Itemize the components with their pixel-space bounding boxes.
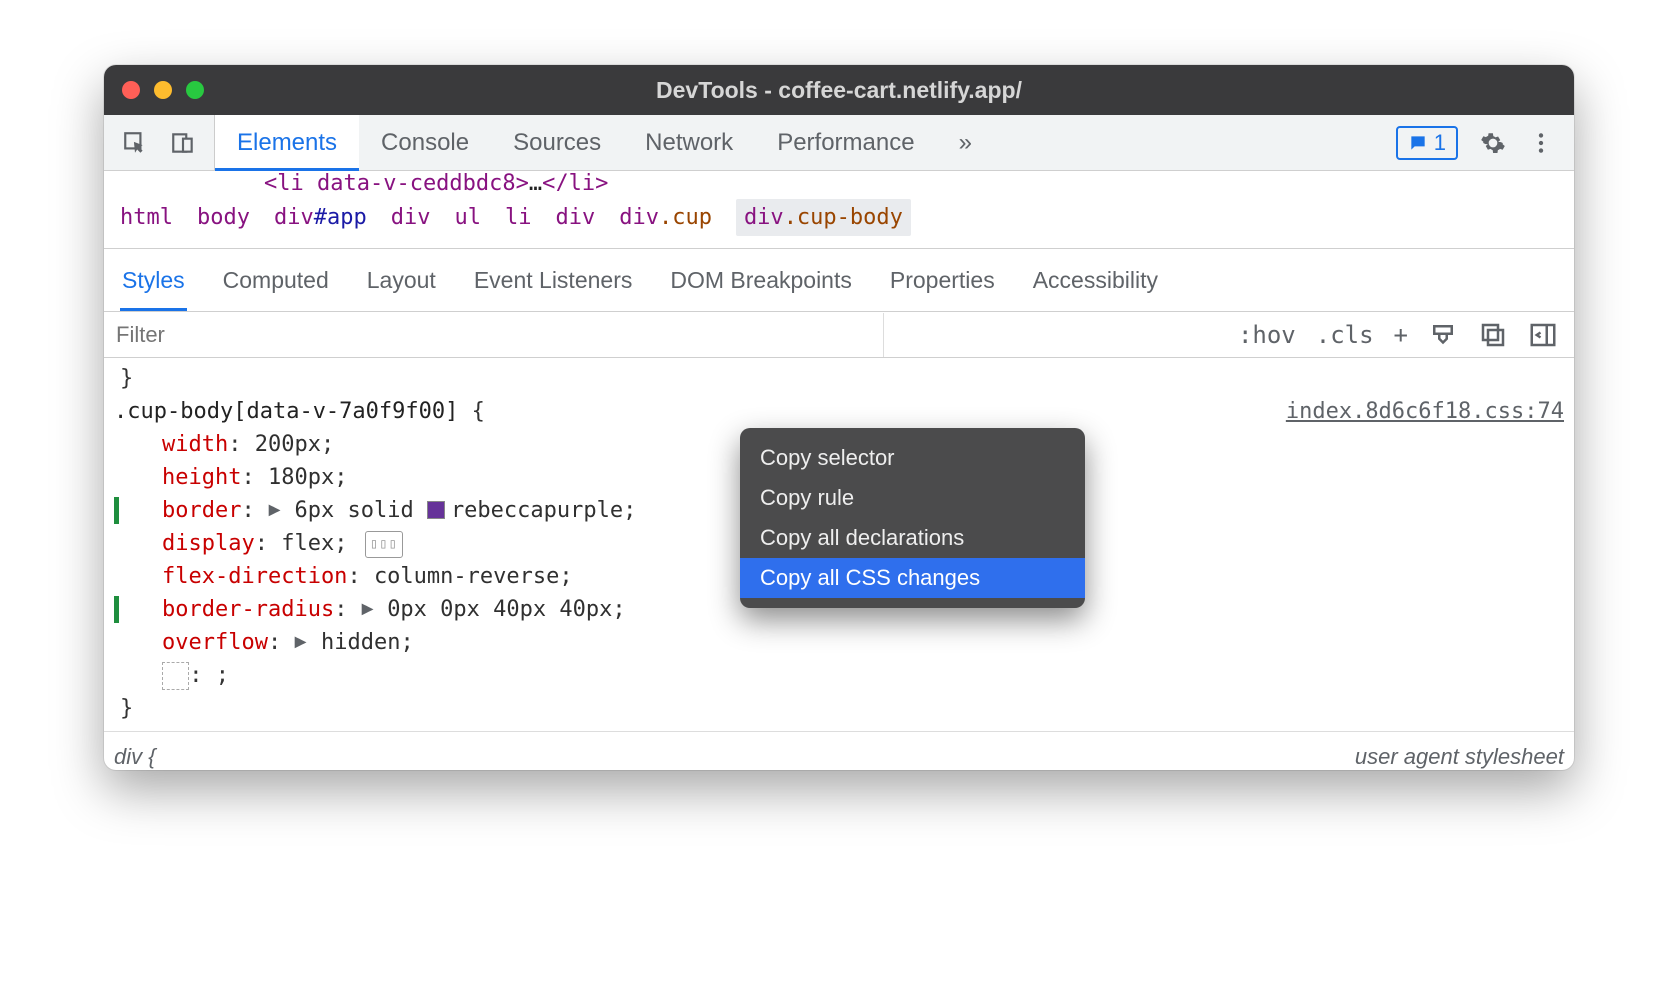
flex-badge-icon[interactable]: ▯▯▯ xyxy=(365,531,403,558)
copy-icon[interactable] xyxy=(1478,320,1508,350)
crumb-ul[interactable]: ul xyxy=(454,205,481,230)
tab-overflow[interactable]: » xyxy=(937,115,994,170)
gear-icon[interactable] xyxy=(1480,130,1506,156)
styles-filter-input[interactable] xyxy=(104,313,884,357)
tab-sources[interactable]: Sources xyxy=(491,115,623,170)
main-tabbar: Elements Console Sources Network Perform… xyxy=(104,115,1574,171)
ctx-copy-css-changes[interactable]: Copy all CSS changes xyxy=(740,558,1085,598)
subtab-layout[interactable]: Layout xyxy=(365,259,438,311)
inspect-icon[interactable] xyxy=(122,130,148,156)
window-title: DevTools - coffee-cart.netlify.app/ xyxy=(104,77,1574,104)
dom-line: <li data-v-ceddbdc8>…</li> xyxy=(104,171,1574,191)
ctx-copy-rule[interactable]: Copy rule xyxy=(740,478,1085,518)
context-menu: Copy selector Copy rule Copy all declara… xyxy=(740,428,1085,608)
ua-label: user agent stylesheet xyxy=(1355,744,1564,770)
paintbrush-icon[interactable] xyxy=(1428,320,1458,350)
new-rule-button[interactable]: + xyxy=(1394,321,1408,349)
crumb-div2[interactable]: div xyxy=(555,205,595,230)
tab-elements[interactable]: Elements xyxy=(215,115,359,170)
crumb-div[interactable]: div xyxy=(391,205,431,230)
titlebar: DevTools - coffee-cart.netlify.app/ xyxy=(104,65,1574,115)
styles-subtabs: Styles Computed Layout Event Listeners D… xyxy=(104,249,1574,312)
subtab-computed[interactable]: Computed xyxy=(221,259,331,311)
subtab-accessibility[interactable]: Accessibility xyxy=(1031,259,1160,311)
color-swatch-icon[interactable] xyxy=(427,501,445,519)
cls-button[interactable]: .cls xyxy=(1316,321,1374,349)
tab-console[interactable]: Console xyxy=(359,115,491,170)
crumb-app[interactable]: div#app xyxy=(274,205,367,230)
main-tabs: Elements Console Sources Network Perform… xyxy=(215,115,994,170)
editing-property[interactable]: : ; xyxy=(114,659,1564,692)
hov-button[interactable]: :hov xyxy=(1238,321,1296,349)
crumb-cup[interactable]: div.cup xyxy=(619,205,712,230)
crumb-body[interactable]: body xyxy=(197,205,250,230)
breadcrumb: html body div#app div ul li div div.cup … xyxy=(104,191,1574,249)
rule-selector[interactable]: .cup-body[data-v-7a0f9f00] { xyxy=(114,395,1286,428)
prev-close-brace: } xyxy=(114,362,1564,395)
crumb-html[interactable]: html xyxy=(120,205,173,230)
ua-selector: div { xyxy=(114,744,1355,770)
issues-count: 1 xyxy=(1434,130,1446,156)
ctx-copy-selector[interactable]: Copy selector xyxy=(740,438,1085,478)
rule-close-brace: } xyxy=(114,692,1564,725)
tab-network[interactable]: Network xyxy=(623,115,755,170)
device-toggle-icon[interactable] xyxy=(170,130,196,156)
ctx-copy-declarations[interactable]: Copy all declarations xyxy=(740,518,1085,558)
issues-chip[interactable]: 1 xyxy=(1396,126,1458,160)
user-agent-rule: div { user agent stylesheet xyxy=(104,731,1574,770)
tab-performance[interactable]: Performance xyxy=(755,115,936,170)
rule-header: .cup-body[data-v-7a0f9f00] { index.8d6c6… xyxy=(114,395,1564,428)
devtools-window: DevTools - coffee-cart.netlify.app/ Elem… xyxy=(104,65,1574,770)
css-declaration[interactable]: overflow: ▶ hidden; xyxy=(114,626,1564,659)
crumb-cup-body[interactable]: div.cup-body xyxy=(736,199,911,236)
subtab-event-listeners[interactable]: Event Listeners xyxy=(472,259,635,311)
rule-source-link[interactable]: index.8d6c6f18.css:74 xyxy=(1286,395,1564,428)
kebab-icon[interactable] xyxy=(1528,130,1554,156)
crumb-li[interactable]: li xyxy=(505,205,532,230)
toggle-sidebar-icon[interactable] xyxy=(1528,320,1558,350)
subtab-styles[interactable]: Styles xyxy=(120,259,187,311)
subtab-properties[interactable]: Properties xyxy=(888,259,997,311)
styles-toolbar: :hov .cls + xyxy=(104,312,1574,358)
subtab-dom-breakpoints[interactable]: DOM Breakpoints xyxy=(668,259,854,311)
